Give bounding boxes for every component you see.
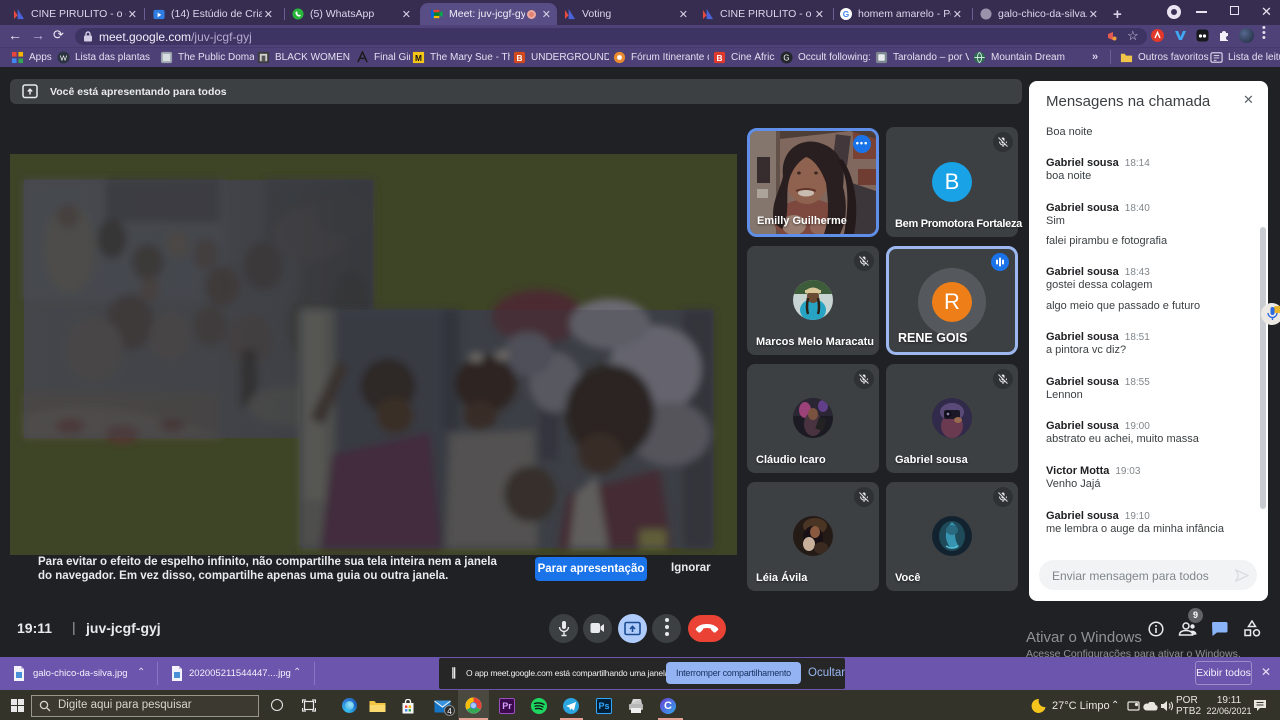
svg-text:W: W (60, 53, 67, 62)
svg-text:B: B (516, 52, 522, 62)
svg-text:G: G (843, 9, 849, 19)
svg-text:G: G (783, 53, 789, 62)
svg-text:M: M (415, 52, 422, 62)
svg-text:B: B (716, 52, 722, 62)
